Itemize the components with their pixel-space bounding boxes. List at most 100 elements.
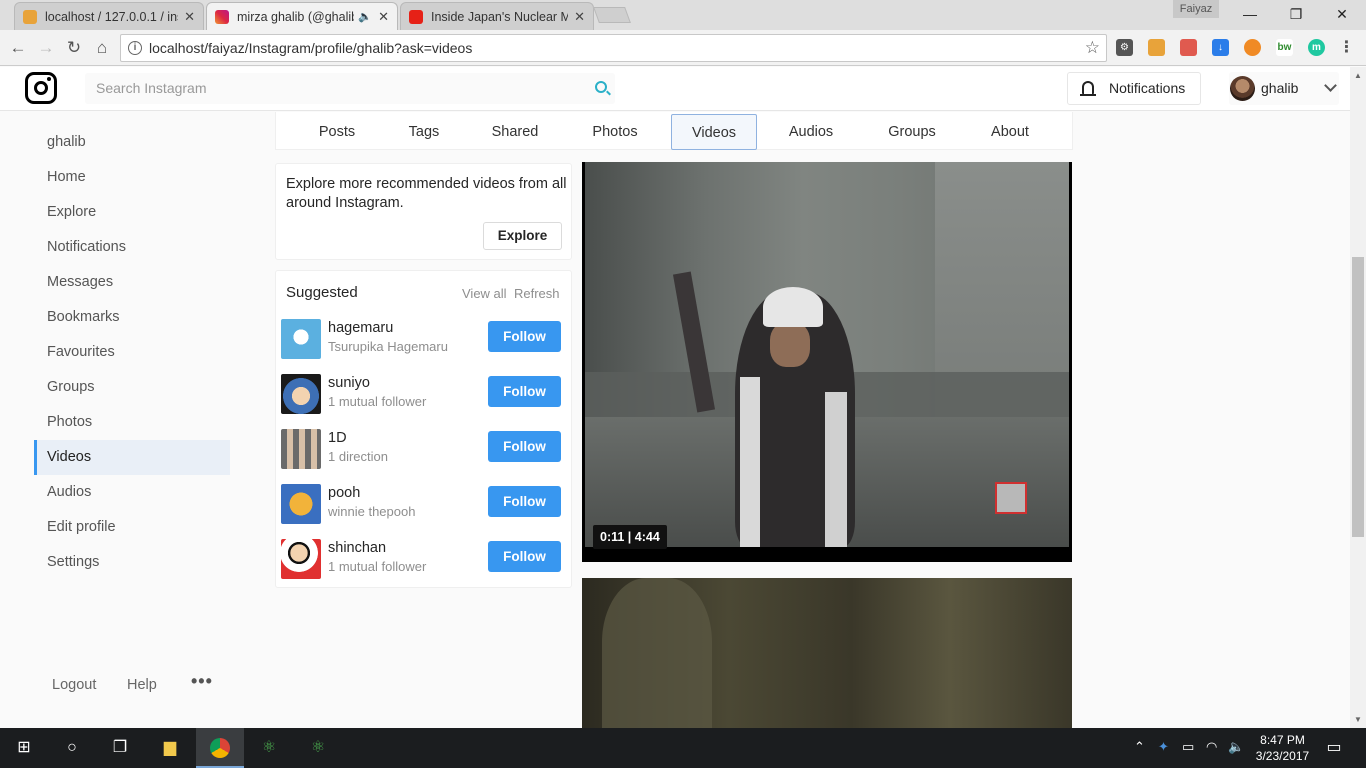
scroll-up-icon[interactable]: ▲ xyxy=(1354,71,1362,80)
explore-button[interactable]: Explore xyxy=(483,222,562,250)
atom-icon[interactable]: ⚛ xyxy=(294,728,342,768)
system-clock[interactable]: 8:47 PM 3/23/2017 xyxy=(1250,732,1315,764)
cortana-icon[interactable]: ○ xyxy=(48,728,96,768)
refresh-link[interactable]: Refresh xyxy=(514,286,560,301)
suggested-username[interactable]: pooh xyxy=(328,485,360,501)
atom-icon[interactable]: ⚛ xyxy=(245,728,293,768)
restore-icon[interactable]: ❐ xyxy=(1273,0,1319,28)
sidebar-item-photos[interactable]: Photos xyxy=(34,405,230,440)
follow-button[interactable]: Follow xyxy=(488,376,561,407)
search-input[interactable]: Search Instagram xyxy=(85,73,615,104)
address-bar[interactable]: i localhost/faiyaz/Instagram/profile/gha… xyxy=(120,34,1107,62)
video-player[interactable] xyxy=(582,162,1072,562)
avatar[interactable] xyxy=(281,429,321,469)
forward-icon[interactable]: → xyxy=(34,36,58,60)
sidebar-item-groups[interactable]: Groups xyxy=(34,370,230,405)
follow-button[interactable]: Follow xyxy=(488,486,561,517)
browser-tab-youtube[interactable]: Inside Japan's Nuclear M ✕ xyxy=(400,2,594,30)
sidebar-item-audios[interactable]: Audios xyxy=(34,475,230,510)
follow-button[interactable]: Follow xyxy=(488,541,561,572)
search-icon[interactable] xyxy=(595,81,607,93)
close-tab-icon[interactable]: ✕ xyxy=(378,9,389,25)
bookmark-star-icon[interactable]: ☆ xyxy=(1085,35,1100,61)
chrome-icon[interactable] xyxy=(196,728,244,768)
close-window-icon[interactable]: ✕ xyxy=(1319,0,1365,28)
phpmyadmin-favicon-icon xyxy=(23,9,37,24)
sidebar-item-messages[interactable]: Messages xyxy=(34,265,230,300)
suggested-username[interactable]: 1D xyxy=(328,430,347,446)
site-info-icon[interactable]: i xyxy=(128,41,142,55)
sidebar-item-settings[interactable]: Settings xyxy=(34,545,230,580)
tab-groups[interactable]: Groups xyxy=(869,114,955,150)
tab-tags[interactable]: Tags xyxy=(386,114,462,150)
browser-tab-instagram[interactable]: mirza ghalib (@ghalib 🔈 ✕ xyxy=(206,2,398,30)
sidebar-item-favourites[interactable]: Favourites xyxy=(34,335,230,370)
extension-icon[interactable] xyxy=(1148,39,1165,56)
browser-tab-phpmyadmin[interactable]: localhost / 127.0.0.1 / ins ✕ xyxy=(14,2,204,30)
extension-icon[interactable] xyxy=(1244,39,1261,56)
browser-menu-icon[interactable]: ⋮ xyxy=(1338,39,1355,56)
sidebar-item-explore[interactable]: Explore xyxy=(34,195,230,230)
follow-button[interactable]: Follow xyxy=(488,431,561,462)
minimize-icon[interactable]: — xyxy=(1227,0,1273,28)
dropbox-icon[interactable]: ✦ xyxy=(1158,739,1169,755)
channel-logo-icon xyxy=(995,482,1027,514)
m-extension-icon[interactable]: m xyxy=(1308,39,1325,56)
user-menu-button[interactable]: ghalib xyxy=(1229,72,1339,105)
follow-button[interactable]: Follow xyxy=(488,321,561,352)
battery-icon[interactable]: ▭ xyxy=(1182,739,1194,755)
back-icon[interactable]: ← xyxy=(6,36,30,60)
more-options-icon[interactable]: ••• xyxy=(191,671,213,692)
video-scene-cap xyxy=(763,287,823,327)
sidebar-item-notifications[interactable]: Notifications xyxy=(34,230,230,265)
wifi-icon[interactable]: ◠ xyxy=(1206,739,1217,755)
sidebar-item-edit-profile[interactable]: Edit profile xyxy=(34,510,230,545)
tab-posts[interactable]: Posts xyxy=(298,114,376,150)
tray-expand-icon[interactable]: ⌃ xyxy=(1134,739,1145,755)
task-view-icon[interactable]: ❐ xyxy=(96,728,144,768)
avatar[interactable] xyxy=(281,539,321,579)
page-scrollbar[interactable]: ▲ ▼ xyxy=(1350,67,1366,728)
tab-audios[interactable]: Audios xyxy=(768,114,854,150)
help-link[interactable]: Help xyxy=(127,677,157,693)
suggested-username[interactable]: shinchan xyxy=(328,540,386,556)
notifications-button[interactable]: Notifications xyxy=(1067,72,1201,105)
view-all-link[interactable]: View all xyxy=(462,286,507,301)
tab-about[interactable]: About xyxy=(967,114,1053,150)
video-scene-scarf xyxy=(825,392,847,547)
window-profile-label[interactable]: Faiyaz xyxy=(1173,0,1219,18)
suggested-username[interactable]: suniyo xyxy=(328,375,370,391)
windows-start-icon[interactable]: ⊞ xyxy=(0,728,48,768)
download-extension-icon[interactable]: ↓ xyxy=(1212,39,1229,56)
scrollbar-thumb[interactable] xyxy=(1352,257,1364,537)
settings-extension-icon[interactable]: ⚙ xyxy=(1116,39,1133,56)
logout-link[interactable]: Logout xyxy=(52,677,96,693)
volume-icon[interactable]: 🔈 xyxy=(1228,739,1244,755)
action-center-icon[interactable]: ▭ xyxy=(1310,728,1358,768)
close-tab-icon[interactable]: ✕ xyxy=(184,9,195,25)
sidebar-item-bookmarks[interactable]: Bookmarks xyxy=(34,300,230,335)
sidebar-item-profile[interactable]: ghalib xyxy=(34,125,230,160)
audio-playing-icon[interactable]: 🔈 xyxy=(358,10,372,23)
video-player[interactable] xyxy=(582,578,1072,728)
tab-photos[interactable]: Photos xyxy=(572,114,658,150)
suggested-user-row: suniyo 1 mutual follower Follow xyxy=(281,372,566,414)
avatar[interactable] xyxy=(281,374,321,414)
avatar[interactable] xyxy=(281,319,321,359)
suggested-subtitle: 1 mutual follower xyxy=(328,394,427,409)
tab-shared[interactable]: Shared xyxy=(472,114,558,150)
tab-videos[interactable]: Videos xyxy=(671,114,757,150)
instagram-logo-icon[interactable] xyxy=(25,72,57,104)
new-tab-button[interactable] xyxy=(593,7,631,23)
scroll-down-icon[interactable]: ▼ xyxy=(1354,715,1362,724)
avatar[interactable] xyxy=(281,484,321,524)
file-explorer-icon[interactable]: ▆ xyxy=(146,728,194,768)
close-tab-icon[interactable]: ✕ xyxy=(574,9,585,25)
suggested-username[interactable]: hagemaru xyxy=(328,320,393,336)
sidebar-item-home[interactable]: Home xyxy=(34,160,230,195)
bw-extension-icon[interactable]: bw xyxy=(1276,39,1293,56)
home-icon[interactable]: ⌂ xyxy=(90,36,114,60)
extension-icon[interactable] xyxy=(1180,39,1197,56)
reload-icon[interactable]: ↻ xyxy=(62,36,86,60)
sidebar-item-videos[interactable]: Videos xyxy=(34,440,230,475)
